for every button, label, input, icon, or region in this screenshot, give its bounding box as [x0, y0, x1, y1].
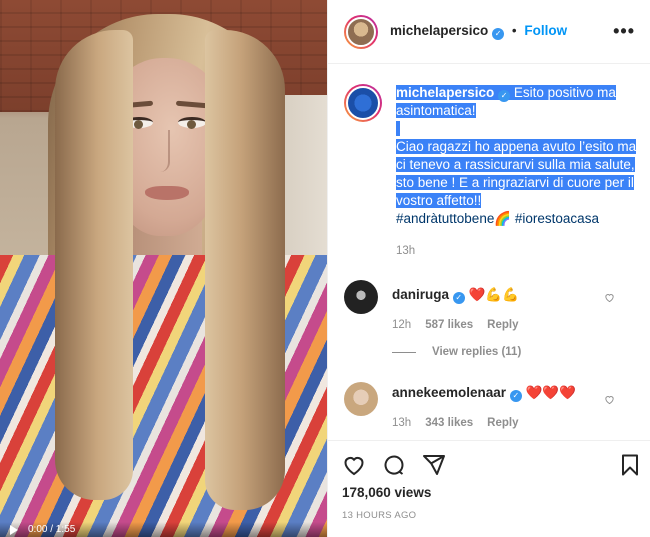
view-replies-button[interactable]: View replies (11) [392, 346, 521, 358]
caption-time: 13h [396, 245, 416, 257]
comment-bubble-icon[interactable] [382, 453, 406, 477]
caption-hashtags[interactable]: #andràtuttobene🌈 #iorestoacasa [396, 210, 639, 228]
play-icon[interactable] [10, 524, 18, 535]
right-eye [178, 117, 206, 129]
comment-username[interactable]: annekeemolenaar [392, 385, 506, 400]
post-video[interactable]: 0:00 / 1:55 [0, 0, 327, 537]
comment-body: daniruga ✓ ❤️💪💪 12h 587 likes Reply [392, 280, 519, 334]
more-options-icon[interactable]: ••• [613, 22, 635, 40]
like-heart-icon[interactable] [342, 453, 366, 477]
comment-time: 13h [392, 417, 412, 429]
header-user-line: michelapersico ✓ • Follow [390, 23, 567, 40]
commenter-avatar[interactable] [344, 382, 378, 416]
post-header: michelapersico ✓ • Follow ••• [328, 0, 650, 64]
like-comment-heart-icon[interactable] [604, 394, 615, 405]
comment-text: ❤️❤️❤️ [525, 385, 577, 400]
comment-meta: 13h 343 likes Reply [392, 414, 576, 432]
author-avatar[interactable] [344, 14, 378, 49]
caption-avatar[interactable] [344, 84, 382, 122]
verified-badge-icon: ✓ [492, 28, 505, 40]
comment-body: annekeemolenaar ✓ ❤️❤️❤️ 13h 343 likes R… [392, 382, 576, 432]
hair-front-left [55, 30, 133, 500]
comment-likes[interactable]: 343 likes [425, 414, 473, 432]
comment-item: daniruga ✓ ❤️💪💪 12h 587 likes Reply [344, 280, 639, 334]
view-replies-label: View replies (11) [432, 346, 522, 358]
view-count[interactable]: 178,060 views [342, 485, 431, 500]
lips [145, 186, 189, 200]
follow-button[interactable]: Follow [524, 23, 567, 38]
comment-time: 12h [392, 319, 412, 331]
verified-badge-icon: ✓ [498, 90, 511, 102]
caption-text: Ciao ragazzi ho appena avuto l’esito ma … [396, 139, 637, 208]
verified-badge-icon: ✓ [509, 390, 522, 402]
video-controls[interactable]: 0:00 / 1:55 [0, 522, 327, 537]
video-time: 0:00 / 1:55 [28, 524, 76, 535]
like-comment-heart-icon[interactable] [604, 292, 615, 303]
caption-body: michelapersico ✓ Esito positivo ma asint… [396, 84, 639, 260]
share-send-icon[interactable] [422, 453, 446, 477]
save-bookmark-icon[interactable] [618, 453, 642, 477]
hair-front-right [205, 30, 285, 510]
comment-text: ❤️💪💪 [468, 287, 519, 302]
post-timestamp[interactable]: 13 HOURS AGO [342, 510, 416, 521]
reply-button[interactable]: Reply [487, 414, 518, 432]
instagram-post: 0:00 / 1:55 michelapersico ✓ • Follow ••… [0, 0, 650, 537]
comment-meta: 12h 587 likes Reply [392, 316, 519, 334]
nose [158, 130, 170, 172]
reply-button[interactable]: Reply [487, 316, 518, 334]
verified-badge-icon: ✓ [452, 292, 465, 304]
caption-username[interactable]: michelapersico [396, 85, 494, 100]
post-sidebar: michelapersico ✓ • Follow ••• michelaper… [327, 0, 650, 537]
comment-likes[interactable]: 587 likes [425, 316, 473, 334]
replies-divider [392, 351, 416, 353]
post-actions: 178,060 views 13 HOURS AGO [328, 440, 650, 537]
post-caption: michelapersico ✓ Esito positivo ma asint… [344, 84, 639, 260]
comment-item: annekeemolenaar ✓ ❤️❤️❤️ 13h 343 likes R… [344, 382, 639, 432]
author-username[interactable]: michelapersico [390, 23, 488, 38]
separator-dot: • [511, 23, 517, 38]
commenter-avatar[interactable] [344, 280, 378, 314]
comment-username[interactable]: daniruga [392, 287, 449, 302]
